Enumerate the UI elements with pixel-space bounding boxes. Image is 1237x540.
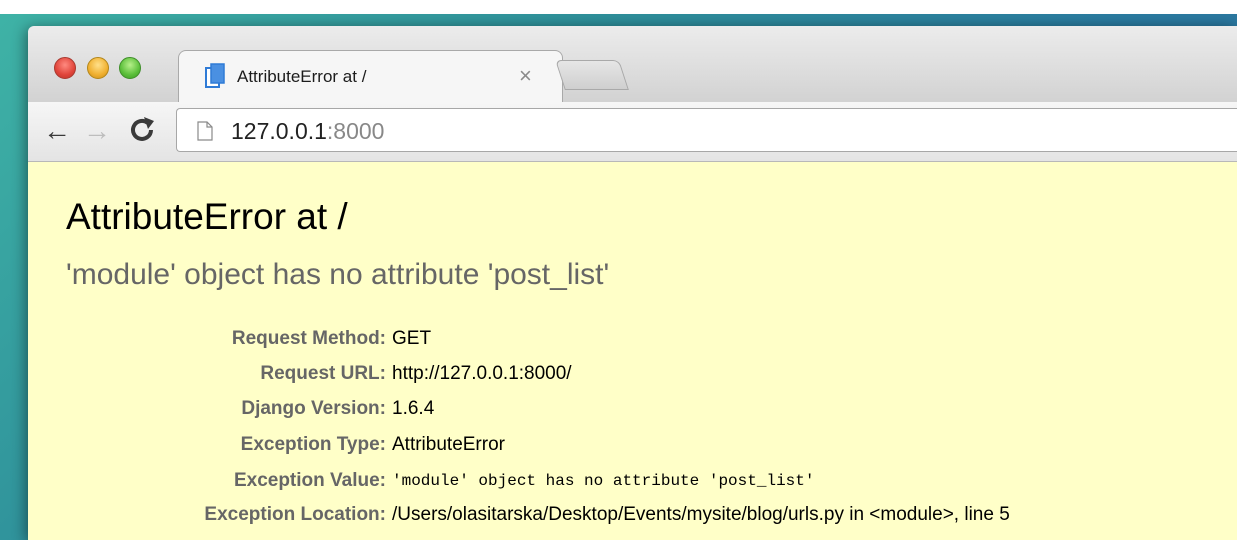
desktop-top-strip [0,0,1237,14]
tab-title: AttributeError at / [237,67,367,86]
meta-value: http://127.0.0.1:8000/ [392,363,572,384]
table-row: Django Version: 1.6.4 [28,398,1237,426]
tab-strip: AttributeError at / × [28,26,1237,102]
error-subtitle: 'module' object has no attribute 'post_l… [66,258,610,291]
page-icon [197,121,213,141]
meta-label: Request URL: [260,363,386,384]
meta-value: GET [392,328,432,349]
table-row: Request Method: GET [28,328,1237,356]
meta-label: Django Version: [241,398,386,419]
meta-value: /Users/olasitarska/Desktop/Events/mysite… [392,504,1010,525]
address-bar[interactable]: 127.0.0.1:8000 [176,108,1237,152]
reload-icon[interactable] [126,114,158,146]
meta-label: Exception Type: [240,434,386,455]
zoom-window-icon[interactable] [119,57,141,79]
url-text: 127.0.0.1:8000 [231,118,384,145]
page-content: AttributeError at / 'module' object has … [28,162,1237,540]
page-title: AttributeError at / [66,196,348,237]
new-tab-button[interactable] [555,60,629,90]
meta-label: Exception Location: [204,504,386,525]
url-host: 127.0.0.1 [231,118,327,144]
tab-favicon-icon [205,63,225,88]
meta-label: Exception Value: [233,470,386,491]
table-row: Exception Location: /Users/olasitarska/D… [28,504,1237,532]
table-row: Exception Type: AttributeError [28,434,1237,462]
forward-arrow-icon[interactable]: → [83,116,111,146]
tab-close-icon[interactable]: × [519,63,532,89]
browser-toolbar: ← → 127.0.0.1:8000 [28,102,1237,162]
tab-active[interactable]: AttributeError at / × [178,50,563,102]
browser-window: AttributeError at / × ← → 127.0.0.1:8000… [28,26,1237,540]
meta-value: AttributeError [392,434,505,455]
meta-value: 'module' object has no attribute 'post_l… [392,472,815,490]
close-window-icon[interactable] [54,57,76,79]
minimize-window-icon[interactable] [87,57,109,79]
back-arrow-icon[interactable]: ← [43,116,71,146]
url-port: :8000 [326,118,385,144]
table-row: Exception Value: 'module' object has no … [28,470,1237,498]
meta-label: Request Method: [231,328,386,349]
meta-value: 1.6.4 [392,398,435,419]
table-row: Request URL: http://127.0.0.1:8000/ [28,363,1237,391]
